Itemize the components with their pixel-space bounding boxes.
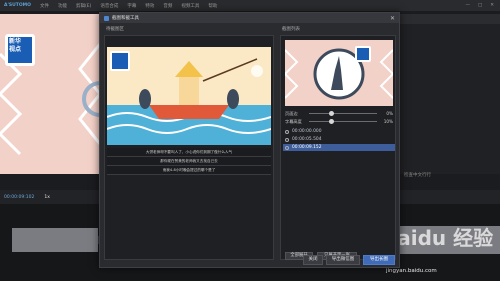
maximize-button[interactable]: □	[478, 3, 482, 8]
menu-item[interactable]: 帮助	[208, 3, 217, 9]
right-panel-header	[400, 14, 500, 24]
radio-icon[interactable]	[285, 137, 289, 142]
main-video-preview: 新华 视点	[0, 14, 100, 174]
close-button[interactable]: ✕	[490, 3, 494, 8]
left-pane-title: 待截图区	[106, 27, 124, 32]
timestamp-row-selected[interactable]: 00:00:09.152	[283, 144, 395, 151]
dialog-titlebar: 截图和截工具 ✕	[100, 13, 399, 23]
app-icon	[104, 15, 109, 21]
window-controls: — □ ✕	[465, 3, 500, 8]
slider-label: 字幕高度	[285, 118, 302, 124]
speed-select[interactable]: 1x	[44, 195, 50, 200]
app-menubar: A'SUTOMO 文件 功能 剪辑(E) 语音合成 字幕 特效 音频 视频工具 …	[0, 0, 500, 11]
menu-item[interactable]: 剪辑(E)	[76, 3, 91, 9]
fisherman-illustration-icon	[107, 47, 271, 145]
slider-value: 10%	[383, 119, 393, 124]
subtitle-row[interactable]: 那你现在赞美的老师我又去找自己去	[107, 157, 271, 166]
menu-item[interactable]: 特效	[145, 3, 154, 9]
export-wechat-button[interactable]: 导出微信图	[326, 255, 360, 265]
screenshot-thumbnail[interactable]	[285, 40, 393, 106]
right-pane-title: 截图列表	[282, 27, 300, 32]
menu-item[interactable]: 视频工具	[181, 3, 199, 9]
menu-item[interactable]: 音频	[163, 3, 172, 9]
slider-value: 0%	[386, 111, 393, 116]
page-margin-slider[interactable]: 页面边 0%	[285, 110, 393, 117]
close-icon[interactable]: ✕	[390, 15, 399, 22]
timecode: 00:00:09:102	[4, 194, 35, 200]
timestamp-row[interactable]: 00:00:00.000	[283, 128, 395, 135]
subtitle-row[interactable]: 大饼老师呀不要叫人了，小心说你们到期了做什么人气	[107, 148, 271, 157]
timestamp-text: 00:00:05.504	[292, 137, 322, 142]
close-dialog-button[interactable]: 关闭	[303, 255, 323, 265]
right-pane: 页面边 0% 字幕高度 10% 00:00:00.000 00:00:05.50…	[280, 35, 396, 260]
logo-line: 视点	[9, 46, 22, 53]
heron-illustration-icon	[285, 40, 393, 106]
slider-knob[interactable]	[329, 119, 335, 124]
menu-item[interactable]: 字幕	[127, 3, 136, 9]
timestamp-row[interactable]: 00:00:05.504	[283, 136, 395, 143]
export-long-image-button[interactable]: 导出长图	[363, 255, 395, 265]
subtitle-row[interactable]: 而我4-8小时晚会提过的哪个是了	[107, 166, 271, 175]
minimize-button[interactable]: —	[465, 3, 470, 8]
slider-track[interactable]	[309, 119, 377, 124]
menu-item[interactable]: 功能	[58, 3, 67, 9]
right-side-panel: 检查中文行行	[400, 14, 500, 178]
logo-line: 新华	[9, 38, 22, 45]
left-pane: 大饼老师呀不要叫人了，小心说你们到期了做什么人气 那你现在赞美的老师我又去找自己…	[104, 35, 274, 260]
slider-label: 页面边	[285, 110, 298, 116]
slider-track[interactable]	[309, 111, 377, 116]
watermark-url: jingyan.baidu.com	[386, 268, 437, 274]
radio-icon[interactable]	[285, 129, 289, 134]
screenshot-dialog: 截图和截工具 ✕ 待截图区 截图列表 大饼老师呀不要叫人了，小心说你们到期了做什…	[99, 12, 400, 268]
timestamp-text: 00:00:09.152	[292, 145, 322, 150]
dialog-title: 截图和截工具	[112, 16, 139, 21]
subtitle-height-slider[interactable]: 字幕高度 10%	[285, 118, 393, 125]
subtitle-list: 大饼老师呀不要叫人了，小心说你们到期了做什么人气 那你现在赞美的老师我又去找自己…	[107, 148, 271, 175]
slider-knob[interactable]	[329, 111, 335, 116]
right-panel-text: 检查中文行行	[404, 173, 431, 178]
menu-item[interactable]: 文件	[40, 3, 49, 9]
brand-logo: 新华 视点	[9, 38, 21, 54]
video-frame	[107, 47, 271, 145]
radio-icon[interactable]	[285, 145, 289, 150]
app-logo: A'SUTOMO	[4, 3, 31, 8]
timestamp-text: 00:00:00.000	[292, 129, 322, 134]
menu-item[interactable]: 语音合成	[100, 3, 118, 9]
